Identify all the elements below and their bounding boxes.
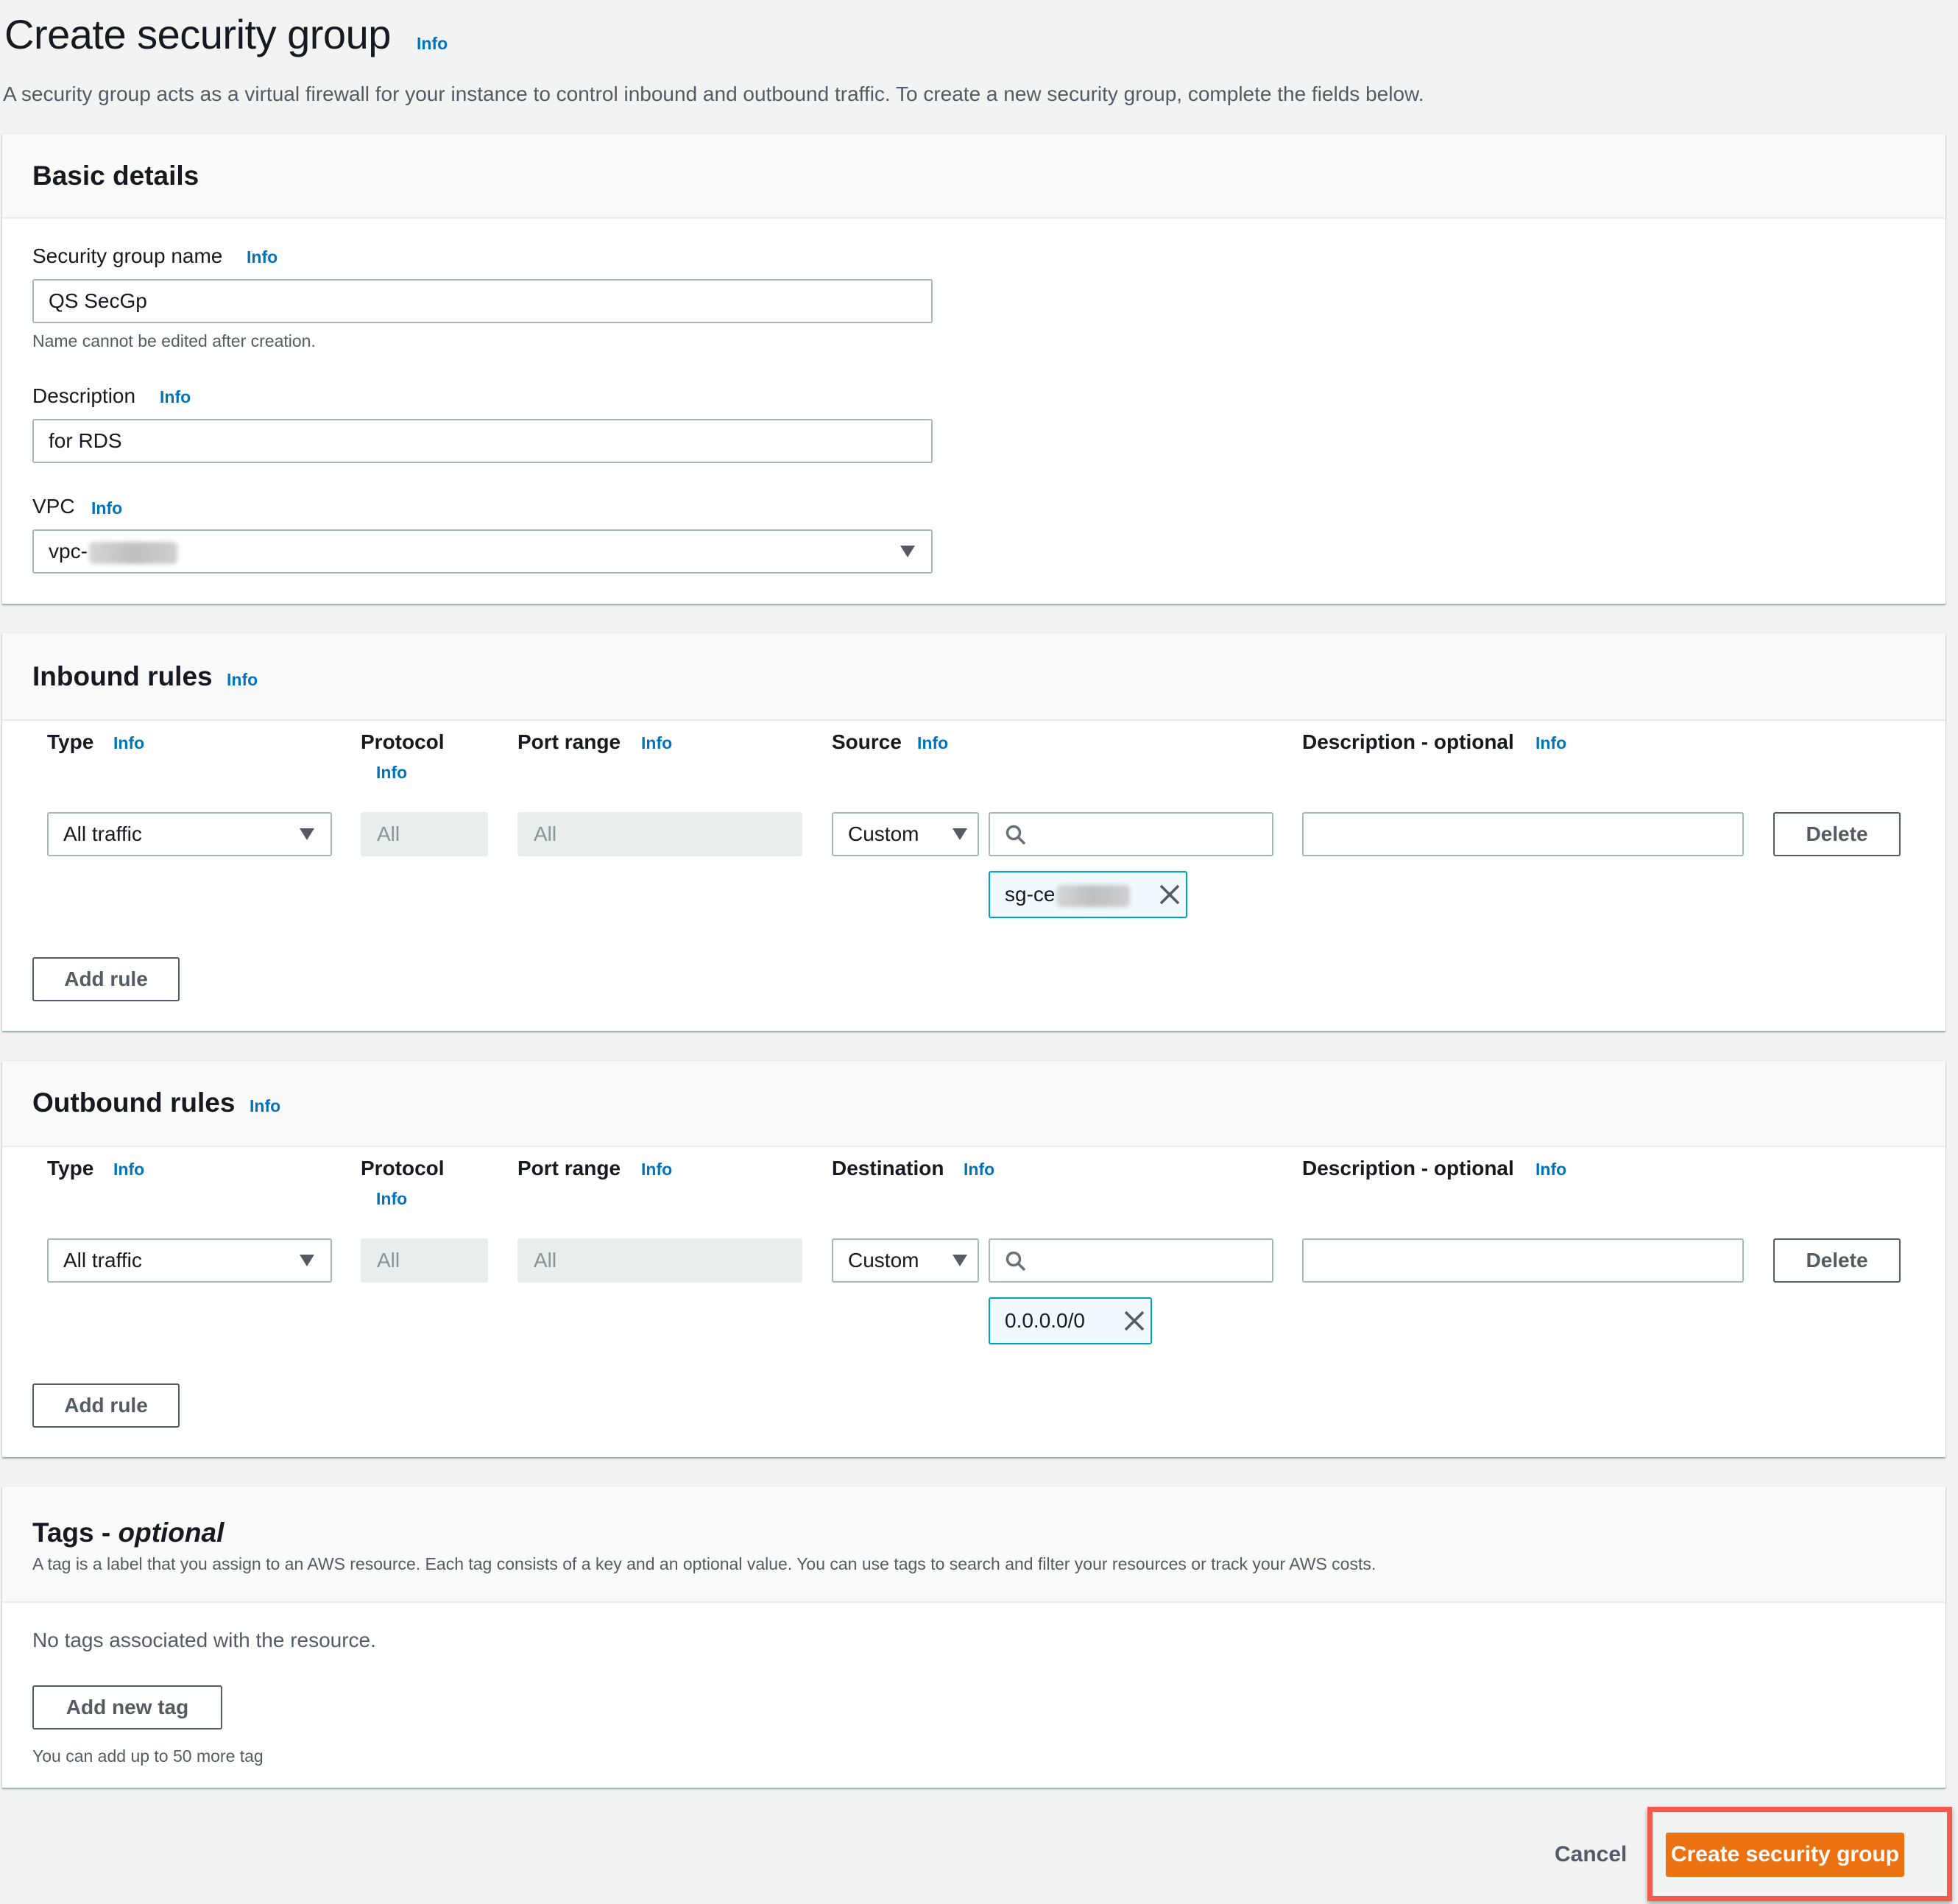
create-security-group-button[interactable]: Create security group [1666, 1833, 1904, 1877]
outbound-add-rule-button[interactable]: Add rule [32, 1383, 180, 1428]
outbound-col-destination: Destination [832, 1157, 944, 1180]
outbound-port-range-info-link[interactable]: Info [641, 1160, 672, 1180]
tags-empty-text: No tags associated with the resource. [32, 1629, 376, 1651]
sg-id-redacted [1056, 884, 1131, 907]
basic-details-title: Basic details [32, 161, 199, 191]
chevron-down-icon [300, 1255, 314, 1266]
outbound-delete-button[interactable]: Delete [1773, 1238, 1901, 1283]
inbound-type-info-link[interactable]: Info [113, 733, 144, 753]
security-group-name-hint: Name cannot be edited after creation. [32, 331, 316, 350]
inbound-rules-panel: Inbound rules Info Type Info Protocol In… [2, 633, 1945, 1031]
inbound-source-type-select[interactable]: Custom [832, 812, 979, 856]
tags-title: Tags - optional [32, 1517, 224, 1548]
vpc-select-value: vpc- [49, 540, 88, 563]
inbound-source-token-label: sg-ce [1005, 883, 1056, 906]
inbound-col-type: Type [47, 730, 94, 753]
inbound-delete-button[interactable]: Delete [1773, 812, 1901, 856]
basic-details-panel: Basic details Security group name Info Q… [2, 134, 1945, 604]
close-icon[interactable] [1158, 883, 1181, 906]
inbound-col-source: Source [832, 730, 902, 753]
cancel-button[interactable]: Cancel [1555, 1842, 1627, 1867]
add-new-tag-button[interactable]: Add new tag [32, 1685, 222, 1730]
inbound-source-info-link[interactable]: Info [917, 733, 948, 753]
inbound-description-input[interactable] [1302, 812, 1744, 856]
inbound-source-search-input[interactable] [989, 812, 1273, 856]
description-info-link[interactable]: Info [160, 387, 191, 407]
chevron-down-icon [900, 546, 915, 557]
outbound-rules-info-link[interactable]: Info [250, 1096, 280, 1116]
description-input[interactable]: for RDS [32, 419, 933, 463]
tags-title-text: Tags - [32, 1517, 119, 1548]
inbound-source-token: sg-ce [989, 871, 1187, 918]
inbound-rules-title: Inbound rules [32, 661, 213, 691]
inbound-col-protocol: Protocol [361, 730, 445, 753]
outbound-rules-title: Outbound rules [32, 1087, 236, 1118]
outbound-col-type: Type [47, 1157, 94, 1180]
security-group-name-info-link[interactable]: Info [247, 247, 278, 267]
vpc-select[interactable]: vpc- [32, 529, 933, 574]
outbound-description-input[interactable] [1302, 1238, 1744, 1283]
chevron-down-icon [953, 828, 967, 840]
outbound-port-range-field: All [517, 1238, 802, 1283]
inbound-type-select[interactable]: All traffic [47, 812, 332, 856]
inbound-rules-info-link[interactable]: Info [227, 670, 258, 690]
outbound-description-info-link[interactable]: Info [1535, 1160, 1566, 1180]
close-icon[interactable] [1123, 1309, 1146, 1333]
page-title: Create security group [4, 11, 391, 57]
tags-limit-hint: You can add up to 50 more tag [32, 1746, 264, 1766]
outbound-destination-token: 0.0.0.0/0 [989, 1297, 1152, 1344]
outbound-protocol-field: All [361, 1238, 488, 1283]
outbound-col-port-range: Port range [517, 1157, 621, 1180]
outbound-type-info-link[interactable]: Info [113, 1160, 144, 1180]
tags-title-optional: optional [118, 1517, 225, 1548]
basic-details-header: Basic details [2, 134, 1945, 219]
security-group-name-input[interactable]: QS SecGp [32, 279, 933, 323]
inbound-col-port-range: Port range [517, 730, 621, 753]
inbound-rules-header: Inbound rules Info [2, 633, 1945, 721]
tags-panel: Tags - optional A tag is a label that yo… [2, 1487, 1945, 1788]
page-description: A security group acts as a virtual firew… [3, 82, 1424, 105]
description-label: Description [32, 384, 136, 407]
inbound-description-info-link[interactable]: Info [1535, 733, 1566, 753]
page-info-link[interactable]: Info [417, 34, 448, 54]
inbound-port-range-field: All [517, 812, 802, 856]
inbound-port-range-info-link[interactable]: Info [641, 733, 672, 753]
inbound-protocol-info-link[interactable]: Info [376, 763, 407, 783]
security-group-name-label: Security group name [32, 244, 223, 267]
chevron-down-icon [953, 1255, 967, 1266]
outbound-protocol-info-link[interactable]: Info [376, 1189, 407, 1209]
vpc-label: VPC [32, 495, 75, 518]
outbound-type-value: All traffic [63, 1249, 142, 1272]
outbound-destination-info-link[interactable]: Info [964, 1160, 994, 1180]
tags-description: A tag is a label that you assign to an A… [32, 1554, 1376, 1573]
outbound-col-description: Description - optional [1302, 1157, 1514, 1180]
outbound-col-protocol: Protocol [361, 1157, 445, 1180]
outbound-destination-token-label: 0.0.0.0/0 [1005, 1309, 1085, 1332]
inbound-type-value: All traffic [63, 822, 142, 845]
outbound-rules-header: Outbound rules Info [2, 1061, 1945, 1147]
outbound-destination-type-select[interactable]: Custom [832, 1238, 979, 1283]
inbound-source-type-value: Custom [848, 822, 919, 845]
inbound-add-rule-button[interactable]: Add rule [32, 957, 180, 1001]
outbound-destination-type-value: Custom [848, 1249, 919, 1272]
outbound-rules-panel: Outbound rules Info Type Info Protocol I… [2, 1061, 1945, 1457]
chevron-down-icon [300, 828, 314, 840]
search-icon [1005, 825, 1026, 845]
inbound-col-description: Description - optional [1302, 730, 1514, 753]
outbound-destination-search-input[interactable] [989, 1238, 1273, 1283]
vpc-id-redacted [88, 541, 177, 564]
tags-header: Tags - optional A tag is a label that yo… [2, 1487, 1945, 1603]
search-icon [1005, 1251, 1026, 1272]
inbound-protocol-field: All [361, 812, 488, 856]
vpc-info-link[interactable]: Info [91, 498, 122, 518]
outbound-type-select[interactable]: All traffic [47, 1238, 332, 1283]
